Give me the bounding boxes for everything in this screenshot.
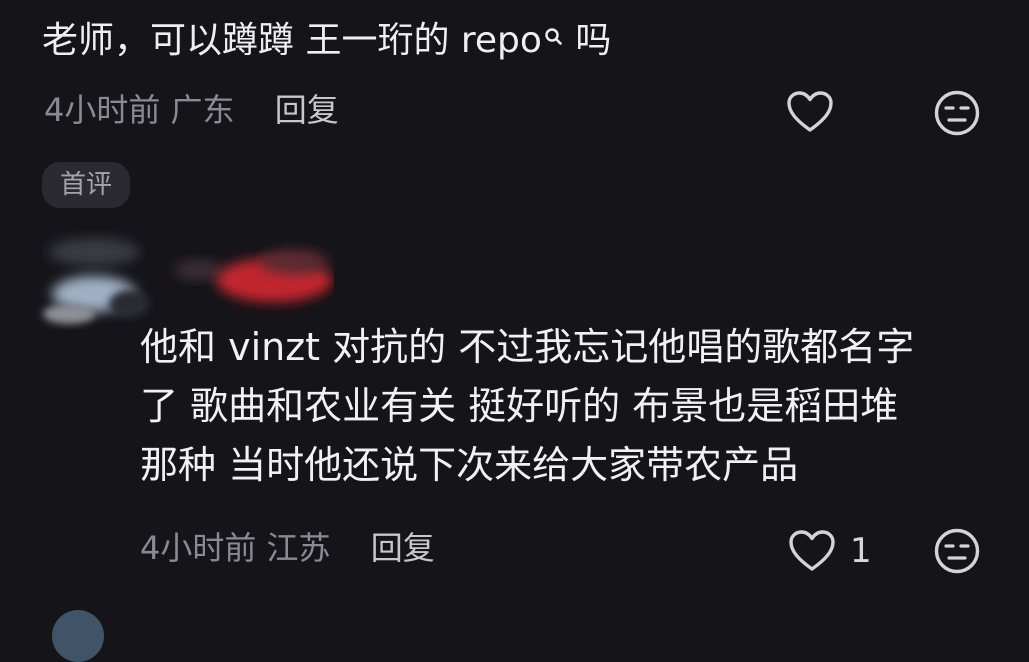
comment-2-like-count: 1 — [850, 531, 872, 571]
comment-1-like-button[interactable] — [786, 88, 834, 136]
comment-1-time: 4小时前 — [44, 91, 161, 129]
comment-2-like-button[interactable]: 1 — [788, 526, 878, 576]
comment-2-location: 江苏 — [266, 529, 331, 567]
comment-2-line-2: 了 歌曲和农业有关 挺好听的 布景也是稻田堆 — [140, 384, 899, 428]
first-comment-badge: 首评 — [42, 162, 131, 208]
search-icon[interactable] — [544, 16, 564, 45]
comment-2-line-1: 他和 vinzt 对抗的 不过我忘记他唱的歌都名字 — [140, 325, 915, 369]
neutral-face-icon — [934, 528, 980, 574]
comment-1-text-main: 老师，可以蹲蹲 王一珩的 repo — [42, 20, 542, 61]
comment-1-text: 老师，可以蹲蹲 王一珩的 repo 吗 — [42, 16, 611, 66]
comment-2-text: 他和 vinzt 对抗的 不过我忘记他唱的歌都名字 了 歌曲和农业有关 挺好听的… — [140, 318, 1000, 495]
heart-outline-icon — [787, 91, 833, 132]
comment-2-time: 4小时前 — [140, 529, 257, 567]
comment-1-reply-button[interactable]: 回复 — [275, 91, 339, 129]
comment-1-meta: 4小时前 广东 回复 — [44, 90, 339, 130]
next-comment-avatar[interactable] — [52, 610, 104, 662]
comment-2-meta: 4小时前 江苏 回复 — [140, 528, 435, 568]
comment-1-text-end: 吗 — [563, 20, 612, 61]
comment-2-line-3: 那种 当时他还说下次来给大家带农产品 — [140, 443, 799, 487]
neutral-face-icon — [934, 90, 980, 136]
comment-1-dislike-button[interactable] — [932, 88, 982, 138]
comment-1-location: 广东 — [170, 91, 235, 129]
comment-2-reply-button[interactable]: 回复 — [371, 529, 435, 567]
heart-outline-icon — [789, 530, 835, 571]
comment-2-dislike-button[interactable] — [932, 526, 982, 576]
avatar[interactable] — [24, 222, 334, 332]
